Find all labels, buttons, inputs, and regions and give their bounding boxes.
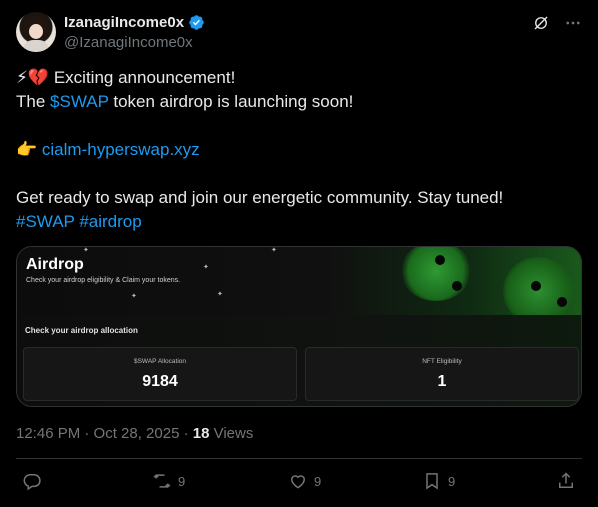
tweet-text: ⚡💔 Exciting announcement! The $SWAP toke… bbox=[16, 66, 582, 234]
card-subtitle: Check your airdrop eligibility & Claim y… bbox=[26, 277, 181, 284]
hashtag-airdrop-link[interactable]: #airdrop bbox=[79, 212, 141, 231]
external-link[interactable]: cialm-hyperswap.xyz bbox=[42, 140, 200, 159]
views-label: Views bbox=[209, 425, 254, 442]
sparkle-icon: ✦ bbox=[203, 264, 209, 271]
tweet-line-4: Get ready to swap and join our energetic… bbox=[16, 188, 504, 207]
blob-eye bbox=[557, 297, 567, 307]
views-count: 18 bbox=[192, 425, 210, 442]
header-actions bbox=[532, 14, 582, 32]
sparkle-icon: ✦ bbox=[271, 247, 277, 254]
handle[interactable]: @IzanagiIncome0x bbox=[64, 34, 193, 51]
retweet-icon bbox=[153, 474, 171, 488]
media-card[interactable]: ✦ ✦ ✦ ✦ ✦ Airdrop Check your airdrop eli… bbox=[16, 246, 582, 407]
card-title: Airdrop bbox=[26, 256, 84, 273]
card-body: Check your airdrop allocation $SWAP Allo… bbox=[17, 315, 581, 406]
nft-eligibility-value: 1 bbox=[437, 373, 447, 390]
avatar[interactable] bbox=[16, 12, 56, 52]
avatar-face bbox=[29, 24, 43, 39]
timestamp[interactable]: 12:46 PM · Oct 28, 2025 · bbox=[16, 425, 193, 442]
bookmark-button[interactable]: 9 bbox=[422, 471, 455, 491]
more-options-icon[interactable] bbox=[564, 14, 582, 32]
announcement-text: Exciting announcement! bbox=[53, 68, 236, 87]
verified-badge-icon bbox=[189, 15, 204, 30]
reply-button[interactable] bbox=[22, 471, 48, 491]
heart-icon bbox=[290, 475, 306, 489]
lightning-heart-emoji: ⚡💔 bbox=[16, 68, 50, 87]
avatar-body bbox=[23, 40, 49, 52]
action-bar: 9 9 9 bbox=[16, 471, 582, 495]
share-icon bbox=[559, 472, 573, 488]
sparkle-icon: ✦ bbox=[131, 293, 137, 300]
blob-eye bbox=[531, 281, 541, 291]
retweet-button[interactable]: 9 bbox=[152, 471, 185, 491]
bookmark-icon bbox=[426, 473, 438, 490]
tweet-line-2: The $SWAP token airdrop is launching soo… bbox=[16, 90, 582, 114]
divider bbox=[16, 458, 582, 459]
bookmark-count: 9 bbox=[448, 473, 456, 489]
reply-icon bbox=[23, 474, 41, 491]
swap-allocation-box: $SWAP Allocation 9184 bbox=[23, 347, 297, 401]
nft-eligibility-label: NFT Eligibility bbox=[422, 358, 462, 365]
tweet-line-5: #SWAP #airdrop bbox=[16, 210, 582, 234]
like-button[interactable]: 9 bbox=[288, 471, 321, 491]
display-name[interactable]: IzanagiIncome0x bbox=[64, 14, 184, 31]
swap-allocation-label: $SWAP Allocation bbox=[133, 358, 187, 365]
sparkle-icon: ✦ bbox=[217, 291, 223, 298]
retweet-count: 9 bbox=[178, 473, 186, 489]
allocation-section-title: Check your airdrop allocation bbox=[25, 326, 138, 335]
tweet-line-3: 👉 cialm-hyperswap.xyz bbox=[16, 138, 582, 162]
tweet-line-1: ⚡💔 Exciting announcement! bbox=[16, 66, 582, 90]
grok-icon[interactable] bbox=[532, 14, 550, 32]
sparkle-icon: ✦ bbox=[83, 247, 89, 254]
card-banner: ✦ ✦ ✦ ✦ ✦ Airdrop Check your airdrop eli… bbox=[17, 247, 581, 315]
name-row: IzanagiIncome0x bbox=[64, 14, 205, 31]
blob-eye bbox=[435, 255, 445, 265]
share-button[interactable] bbox=[556, 471, 576, 491]
tweet-meta: 12:46 PM · Oct 28, 2025 · 18 Views bbox=[16, 425, 253, 442]
tweet-header: IzanagiIncome0x @IzanagiIncome0x bbox=[16, 12, 582, 56]
blob-eye bbox=[452, 281, 462, 291]
like-count: 9 bbox=[314, 473, 322, 489]
line2-suffix: token airdrop is launching soon! bbox=[108, 92, 354, 111]
nft-eligibility-box: NFT Eligibility 1 bbox=[305, 347, 579, 401]
hashtag-swap-link[interactable]: #SWAP bbox=[16, 212, 75, 231]
pointing-hand-emoji: 👉 bbox=[16, 140, 38, 159]
line2-prefix: The bbox=[16, 92, 51, 111]
cashtag-swap-link[interactable]: $SWAP bbox=[50, 92, 109, 111]
swap-allocation-value: 9184 bbox=[142, 373, 178, 390]
